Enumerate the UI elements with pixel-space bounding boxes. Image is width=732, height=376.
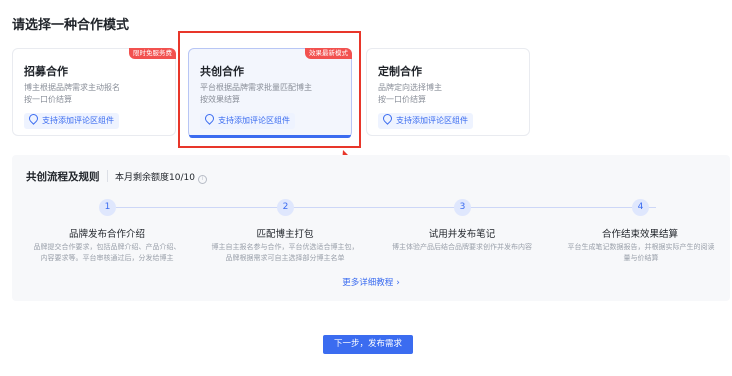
mode-title: 共创合作 [200,65,244,78]
step-number: 3 [454,199,471,216]
mode-desc: 品牌定向选择博主 按一口价结算 [378,83,442,104]
more-tutorial-label[interactable]: 更多详细教程 [342,278,393,288]
chevron-right-icon: › [396,278,400,288]
chip-label: 支持添加评论区组件 [396,116,468,125]
location-pin-icon [27,112,40,125]
info-icon[interactable]: i [197,175,207,184]
quota-label: 本月剩余额度10/10 [115,173,195,183]
mode-title: 定制合作 [378,65,422,78]
more-tutorial-link[interactable]: 更多详细教程 › [12,276,730,288]
chip-label: 支持添加评论区组件 [218,116,290,125]
step-number: 2 [277,199,294,216]
mode-title: 招募合作 [24,65,68,78]
comment-component-chip: 支持添加评论区组件 [24,112,119,129]
mode-desc: 博主根据品牌需求主动报名 按一口价结算 [24,83,120,104]
selected-indicator [189,135,351,138]
promo-badge: 限时免服务费 [129,48,176,59]
step-number: 4 [632,199,649,216]
step-desc: 博主体验产品后结合品牌要求创作并发布内容 [392,243,532,251]
mode-card-cocreate[interactable]: 效果最新模式 共创合作 平台根据品牌需求批量匹配博主 按效果结算 支持添加评论区… [188,48,352,138]
comment-component-chip: 支持添加评论区组件 [200,112,295,129]
flow-panel: 共创流程及规则 本月剩余额度10/10 i 1 2 3 4 品牌发布合作介绍 匹配… [12,155,730,301]
mode-card-custom[interactable]: 定制合作 品牌定向选择博主 按一口价结算 支持添加评论区组件 [366,48,530,136]
step-title: 匹配博主打包 [256,229,314,240]
mode-card-recruit[interactable]: 限时免服务费 招募合作 博主根据品牌需求主动报名 按一口价结算 支持添加评论区组… [12,48,176,136]
flow-title: 共创流程及规则 [26,171,100,183]
step-desc: 平台生成笔记数据报告，并根据实际产生的阅读 量与价结算 [567,243,715,262]
step-title: 试用并发布笔记 [428,229,496,240]
quota-text: 本月剩余额度10/10 i [115,170,207,184]
next-step-button[interactable]: 下一步，发布需求 [323,335,413,354]
step-desc: 品牌提交合作要求，包括品牌介绍、产品介绍、 内容要求等。平台审核通过后，分发给博… [33,243,181,262]
step-title: 品牌发布合作介绍 [68,229,145,240]
step-desc: 博主自主报名参与合作，平台优选适合博主包， 品牌根据需求可自主选择部分博主名单 [211,243,359,262]
chip-label: 支持添加评论区组件 [42,116,114,125]
step-title: 合作结束效果结算 [601,229,678,240]
step-number: 1 [99,199,116,216]
comment-component-chip: 支持添加评论区组件 [378,112,473,129]
page-title: 请选择一种合作模式 [12,18,130,33]
location-pin-icon [381,112,394,125]
location-pin-icon [203,112,216,125]
divider [107,170,108,182]
mode-desc: 平台根据品牌需求批量匹配博主 按效果结算 [200,83,312,104]
progress-track [116,207,656,208]
promo-badge: 效果最新模式 [305,48,352,59]
